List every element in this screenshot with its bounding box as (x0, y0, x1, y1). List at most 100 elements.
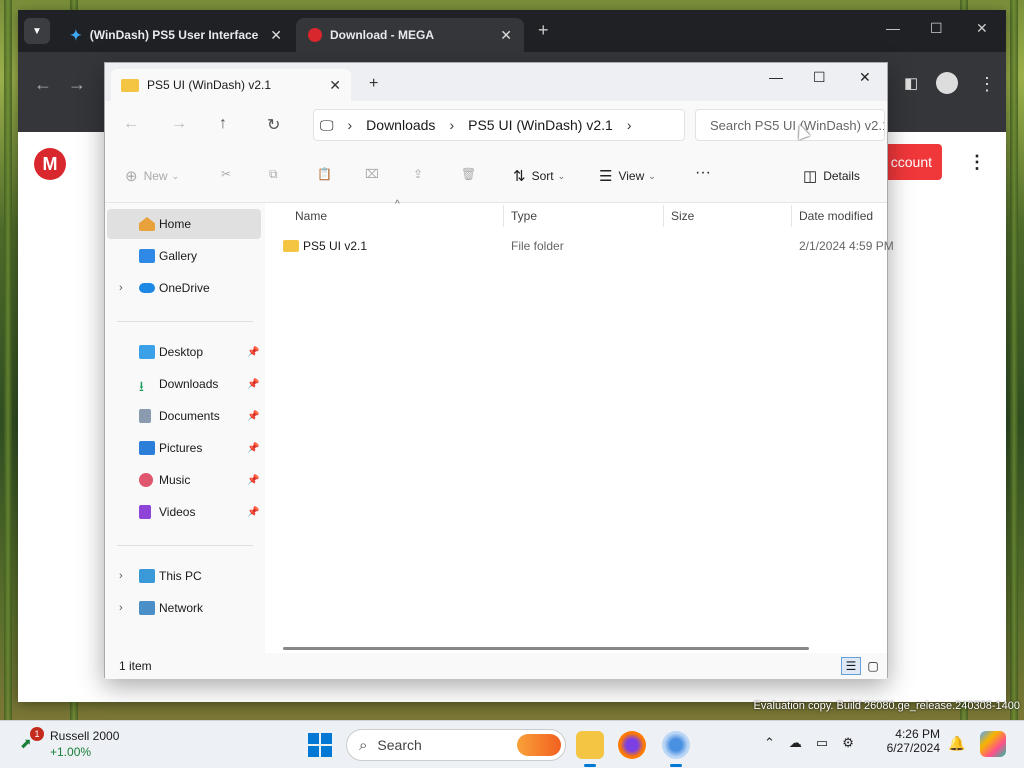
pin-icon[interactable]: 📌 (247, 347, 259, 358)
column-divider[interactable] (663, 205, 664, 227)
search-highlight-icon (517, 734, 561, 756)
paste-icon[interactable]: 📋 (317, 167, 332, 181)
chevron-right-icon[interactable]: › (348, 117, 353, 133)
column-divider[interactable] (791, 205, 792, 227)
maximize-icon[interactable]: ☐ (813, 69, 826, 86)
pin-icon[interactable]: 📌 (247, 443, 259, 454)
pin-icon[interactable]: 📌 (247, 379, 259, 390)
nav-item-gallery[interactable]: Gallery (107, 241, 261, 271)
close-tab-icon[interactable]: ✕ (329, 77, 341, 94)
nav-item-thispc[interactable]: › This PC (107, 561, 261, 591)
nav-item-pictures[interactable]: Pictures 📌 (107, 433, 261, 463)
item-count: 1 item (119, 659, 152, 673)
nav-item-network[interactable]: › Network (107, 593, 261, 623)
chevron-right-icon[interactable]: › (449, 117, 454, 133)
chevron-right-icon[interactable]: › (119, 602, 123, 614)
minimize-icon[interactable]: — (886, 20, 900, 36)
cut-icon[interactable]: ✂ (221, 167, 231, 181)
new-button[interactable]: ⊕ New ⌄ (125, 167, 179, 185)
browser-tab-mega[interactable]: Download - MEGA ✕ (296, 18, 524, 52)
taskbar: ⬈ 1 Russell 2000 +1.00% ⌕ Search ⌃ ☁ ▭ ⚙… (0, 720, 1024, 768)
column-header-date[interactable]: Date modified (799, 209, 873, 223)
forward-icon[interactable]: → (171, 115, 187, 133)
pin-icon[interactable]: 📌 (247, 507, 259, 518)
browser-tab-windash[interactable]: ✦ (WinDash) PS5 User Interface ✕ (58, 18, 294, 52)
breadcrumb-downloads[interactable]: Downloads (366, 117, 435, 133)
tiles-view-icon[interactable]: ▢ (863, 657, 883, 675)
back-icon[interactable]: ← (123, 115, 139, 133)
close-icon[interactable]: ✕ (976, 20, 988, 37)
nav-label: This PC (159, 569, 202, 583)
chevron-up-icon[interactable]: ⌃ (764, 735, 775, 751)
refresh-icon[interactable]: ↻ (267, 115, 280, 135)
new-tab-button[interactable]: + (369, 75, 378, 93)
bell-icon[interactable]: 🔔 (948, 735, 965, 752)
profile-icon[interactable] (936, 72, 958, 94)
delete-icon[interactable]: 🗑 (461, 167, 476, 181)
minimize-icon[interactable]: — (769, 69, 783, 85)
file-explorer-taskbar-icon[interactable] (576, 731, 604, 767)
column-header-size[interactable]: Size (671, 209, 694, 223)
chrome-icon[interactable] (662, 731, 690, 767)
view-button[interactable]: ☰ View ⌄ (599, 167, 656, 185)
nav-divider (117, 321, 253, 322)
copy-icon[interactable]: ⧉ (269, 167, 278, 182)
tab-search-button[interactable]: ▼ (24, 18, 50, 44)
close-tab-icon[interactable]: ✕ (270, 27, 282, 44)
firefox-icon[interactable] (618, 731, 646, 759)
column-header-name[interactable]: Name (295, 209, 327, 223)
nav-item-downloads[interactable]: ⭳ Downloads 📌 (107, 369, 261, 399)
breadcrumb[interactable]: 🖵 › Downloads › PS5 UI (WinDash) v2.1 › (313, 109, 685, 141)
file-type: File folder (511, 239, 564, 253)
chevron-right-icon[interactable]: › (119, 282, 123, 294)
pin-icon[interactable]: 📌 (247, 475, 259, 486)
nav-item-onedrive[interactable]: › OneDrive (107, 273, 261, 303)
up-icon[interactable]: ↑ (219, 115, 227, 133)
share-icon[interactable]: ⇪ (413, 167, 423, 181)
new-tab-button[interactable]: + (538, 20, 549, 41)
menu-kebab-icon[interactable]: ⋮ (978, 74, 996, 95)
mega-logo[interactable]: M (34, 148, 66, 180)
chevron-right-icon[interactable]: › (119, 570, 123, 582)
computer-icon[interactable]: 🖵 (320, 117, 334, 134)
network-status-icon[interactable]: ⚙ (842, 735, 854, 751)
horizontal-scrollbar[interactable] (283, 647, 809, 650)
nav-label: Pictures (159, 441, 203, 455)
display-icon[interactable]: ▭ (816, 735, 828, 751)
column-header-type[interactable]: Type (511, 209, 537, 223)
back-icon[interactable]: ← (34, 74, 52, 95)
start-button[interactable] (308, 733, 332, 757)
nav-item-desktop[interactable]: Desktop 📌 (107, 337, 261, 367)
details-button[interactable]: ◫ Details (803, 167, 860, 185)
pin-icon[interactable]: 📌 (247, 411, 259, 422)
close-icon[interactable]: ✕ (859, 69, 871, 86)
sort-button[interactable]: ⇅ Sort ⌄ (513, 167, 565, 185)
close-tab-icon[interactable]: ✕ (500, 27, 512, 44)
onedrive-status-icon[interactable]: ☁ (789, 735, 802, 751)
nav-item-documents[interactable]: Documents 📌 (107, 401, 261, 431)
forward-icon[interactable]: → (68, 74, 86, 95)
search-label: Search (377, 737, 422, 753)
nav-item-home[interactable]: Home (107, 209, 261, 239)
search-input[interactable]: Search PS5 UI (WinDash) v2.1 (695, 109, 885, 141)
taskbar-search[interactable]: ⌕ Search (346, 729, 566, 761)
more-options-button[interactable]: ··· (695, 164, 711, 182)
nav-item-music[interactable]: Music 📌 (107, 465, 261, 495)
nav-item-videos[interactable]: Videos 📌 (107, 497, 261, 527)
column-divider[interactable] (503, 205, 504, 227)
maximize-icon[interactable]: ☐ (930, 20, 943, 37)
page-menu-icon[interactable]: ⋮ (968, 152, 986, 173)
rename-icon[interactable]: ⌧ (365, 167, 379, 181)
view-label: View (618, 169, 645, 183)
nav-label: Home (159, 217, 192, 231)
sidebar-icon[interactable]: ◧ (904, 74, 918, 92)
plus-icon: ⊕ (125, 168, 138, 185)
clock[interactable]: 4:26 PM 6/27/2024 (884, 727, 940, 755)
chevron-right-icon[interactable]: › (627, 117, 632, 133)
breadcrumb-current[interactable]: PS5 UI (WinDash) v2.1 (468, 117, 613, 133)
explorer-tab[interactable]: PS5 UI (WinDash) v2.1 ✕ (111, 69, 351, 101)
details-view-icon[interactable]: ☰ (841, 657, 861, 675)
copilot-icon[interactable] (980, 731, 1006, 757)
table-row[interactable]: PS5 UI v2.1 File folder 2/1/2024 4:59 PM (279, 235, 894, 259)
gallery-icon (139, 249, 155, 263)
